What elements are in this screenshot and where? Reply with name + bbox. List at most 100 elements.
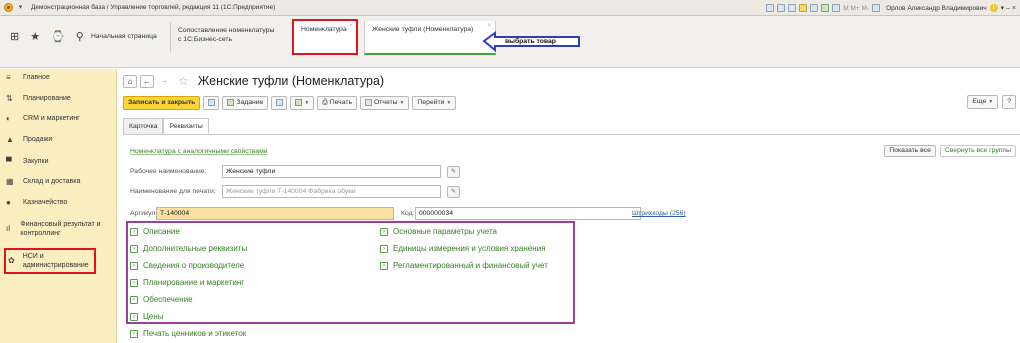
- finance-icon: ıl: [6, 224, 10, 233]
- more-button[interactable]: Еще ▼: [967, 95, 999, 109]
- history-icon[interactable]: [788, 4, 797, 12]
- divider: [123, 134, 1020, 135]
- help-icon[interactable]: i: [989, 4, 998, 12]
- group-accounting-params[interactable]: › Основные параметры учета: [380, 227, 497, 236]
- report-structure-button[interactable]: [271, 95, 288, 110]
- sidebar-item-warehouse[interactable]: ▦ Склад и доставка: [6, 177, 80, 186]
- sidebar-item-label: Продажи: [23, 136, 53, 143]
- tab-home-label: Начальная страница: [91, 33, 157, 40]
- tab-nomenclature[interactable]: Номенклатура ×: [292, 19, 358, 55]
- sidebar-item-planning[interactable]: ⇅ Планирование: [6, 94, 71, 103]
- group-units-storage[interactable]: › Единицы измерения и условия хранения: [380, 244, 545, 253]
- calendar-icon[interactable]: [810, 4, 819, 12]
- window-controls[interactable]: ▾ – ×: [1001, 4, 1016, 12]
- work-name-row: Рабочее наименование: Женские туфли ✎: [130, 165, 460, 178]
- forward-arrow-icon[interactable]: →: [157, 75, 171, 88]
- favorite-star-icon[interactable]: ☆: [178, 75, 189, 87]
- group-planning-marketing[interactable]: › Планирование и маркетинг: [130, 278, 244, 287]
- barcodes-link[interactable]: Штрихкоды (256): [632, 210, 686, 217]
- form-toolbar: Записать и закрыть Задание ▼ ⎙ Печать От…: [123, 95, 457, 110]
- help-button[interactable]: ?: [1002, 95, 1016, 109]
- tab-compare-nomenclature[interactable]: Сопоставление номенклатуры с 1С:Бизнес-с…: [170, 22, 280, 52]
- similar-items-link[interactable]: Номенклатура с аналогичными свойствами: [130, 148, 268, 155]
- group-label: Единицы измерения и условия хранения: [393, 244, 546, 253]
- expand-icon: ›: [130, 295, 138, 304]
- info-icon[interactable]: [832, 4, 841, 12]
- reports-button[interactable]: Отчеты ▼: [360, 95, 410, 110]
- sidebar-item-purchases[interactable]: ▀ Закупки: [6, 157, 49, 166]
- crm-icon: ◐: [6, 114, 11, 123]
- expand-icon: ›: [130, 244, 138, 253]
- sidebar-item-label: Финансовый результат и контроллинг: [20, 221, 101, 237]
- back-arrow-icon[interactable]: ←: [140, 74, 154, 88]
- home-icon[interactable]: ⌂: [123, 74, 137, 88]
- print-name-label: Наименование для печати:: [130, 188, 216, 195]
- tab-womens-shoes[interactable]: Женские туфли (Номенклатура) ×: [364, 21, 496, 55]
- print-button-label: Печать: [329, 98, 352, 106]
- group-provision[interactable]: › Обеспечение: [130, 295, 193, 304]
- code-field[interactable]: 000000034: [415, 207, 641, 220]
- main-menu-icon[interactable]: ▾: [16, 3, 25, 12]
- sidebar-item-label: Главное: [23, 74, 50, 81]
- history-clock-icon[interactable]: ⌚: [51, 30, 65, 43]
- sidebar-item-finance[interactable]: ıl Финансовый результат и контроллинг: [6, 220, 111, 238]
- window-layout-icon[interactable]: [872, 4, 881, 12]
- tab-home[interactable]: Начальная страница: [84, 28, 164, 58]
- panel-icons: ⊞ ★ ⌚ ⚲: [10, 30, 84, 43]
- work-name-field[interactable]: Женские туфли: [222, 165, 441, 178]
- chevron-down-icon: ▼: [446, 99, 452, 106]
- bookmark-icon[interactable]: [777, 4, 786, 12]
- calculator-icon[interactable]: [821, 4, 830, 12]
- show-all-button[interactable]: Показать все: [884, 145, 936, 157]
- expand-icon: ›: [380, 261, 388, 270]
- memory-buttons[interactable]: M M+ M-: [843, 5, 869, 12]
- collapse-all-button[interactable]: Свернуть все группы: [939, 145, 1016, 157]
- group-description[interactable]: › Описание: [130, 227, 180, 236]
- group-label: Основные параметры учета: [393, 227, 498, 236]
- translate-icon[interactable]: ✎: [447, 165, 460, 178]
- article-label: Артикул:: [130, 210, 158, 217]
- search-icon[interactable]: ⚲: [76, 30, 84, 43]
- group-regulated-accounting[interactable]: › Регламентированный и финансовый учет: [380, 261, 548, 270]
- group-label: Сведения о производителе: [143, 261, 245, 270]
- article-field[interactable]: Т-140004: [156, 207, 394, 220]
- create-based-button[interactable]: ▼: [290, 95, 315, 110]
- chevron-down-icon: ▼: [304, 99, 310, 106]
- task-button-label: Задание: [236, 98, 264, 106]
- settings-icon: ✿: [8, 256, 15, 265]
- print-button[interactable]: ⎙ Печать: [317, 95, 357, 110]
- close-icon[interactable]: ×: [349, 22, 353, 31]
- group-prices[interactable]: › Цены: [130, 312, 164, 321]
- task-button[interactable]: Задание: [222, 95, 269, 110]
- grid-menu-icon[interactable]: ⊞: [10, 30, 19, 43]
- sidebar-item-crm[interactable]: ◐ CRM и маркетинг: [6, 114, 80, 123]
- form-header: ⌂ ← → ☆ Женские туфли (Номенклатура): [123, 74, 384, 88]
- group-label: Обеспечение: [143, 295, 193, 304]
- save-disk-button[interactable]: [203, 95, 220, 110]
- group-label: Описание: [143, 227, 180, 236]
- goto-button[interactable]: Перейти ▼: [412, 95, 457, 110]
- current-user[interactable]: Орлов Александр Владимирович: [886, 5, 986, 12]
- favorites-star-icon[interactable]: ★: [30, 30, 40, 43]
- save-close-button[interactable]: Записать и закрыть: [123, 95, 201, 110]
- link-icon[interactable]: [766, 4, 775, 12]
- chevron-down-icon: ▼: [399, 99, 405, 106]
- warehouse-icon: ▦: [6, 177, 14, 186]
- group-price-tags[interactable]: › Печать ценников и этикеток: [130, 329, 246, 338]
- sidebar-item-label: Казначейство: [23, 199, 68, 206]
- sidebar-item-main[interactable]: ≡ Главное: [6, 73, 50, 82]
- translate-icon[interactable]: ✎: [447, 185, 460, 198]
- tab-requisites[interactable]: Реквизиты: [163, 118, 209, 134]
- group-additional-requisites[interactable]: › Дополнительные реквизиты: [130, 244, 247, 253]
- sidebar-item-nsi-admin[interactable]: ✿ НСИ и администрирование: [4, 248, 96, 274]
- sales-icon: ▲: [6, 135, 14, 144]
- tab-card[interactable]: Карточка: [123, 118, 164, 134]
- group-controls: Показать все Свернуть все группы: [884, 145, 1016, 157]
- print-name-row: Наименование для печати: Женские туфли Т…: [130, 185, 460, 198]
- group-label: Цены: [143, 312, 164, 321]
- sidebar-item-treasury[interactable]: ● Казначейство: [6, 198, 67, 207]
- sidebar-item-sales[interactable]: ▲ Продажи: [6, 135, 52, 144]
- favorites-icon[interactable]: [799, 4, 808, 12]
- print-name-field[interactable]: Женские туфли Т-140004 Фабрика обуви: [222, 185, 441, 198]
- group-manufacturer[interactable]: › Сведения о производителе: [130, 261, 244, 270]
